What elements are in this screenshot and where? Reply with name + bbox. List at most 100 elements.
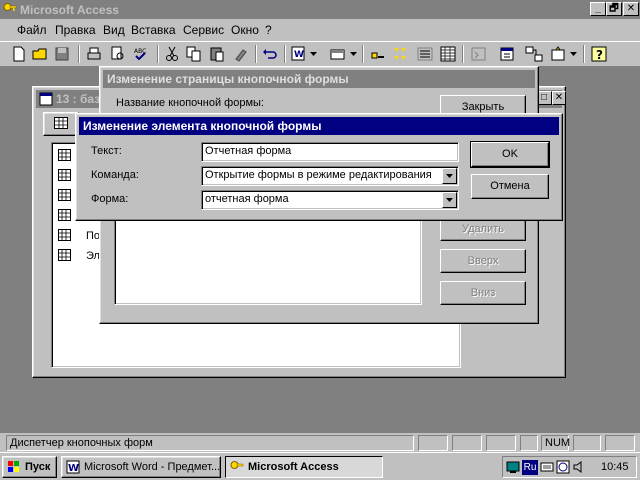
text-label: Текст:: [91, 145, 122, 157]
start-button[interactable]: Пуск: [2, 456, 57, 478]
items-list[interactable]: [114, 217, 422, 305]
ok-button[interactable]: OK: [470, 141, 550, 168]
taskbar-access-label: Microsoft Access: [248, 461, 339, 473]
volume-icon[interactable]: [572, 460, 586, 474]
cut-icon[interactable]: [162, 44, 182, 64]
menu-help[interactable]: ?: [265, 23, 272, 37]
access-key-icon: [230, 461, 244, 469]
small-icons-icon[interactable]: [392, 44, 412, 64]
office-links-icon[interactable]: W: [289, 44, 309, 64]
num-lock-indicator: NUM: [541, 435, 570, 451]
restore-button[interactable]: 🗗: [606, 2, 622, 16]
table-icon: [58, 209, 71, 221]
relationships-icon[interactable]: [524, 44, 544, 64]
status-bar: Диспетчер кнопочных форм NUM: [0, 433, 640, 452]
svg-text:W: W: [68, 463, 79, 474]
chevron-down-icon[interactable]: [350, 52, 357, 56]
form-select[interactable]: отчетная форма: [201, 190, 459, 210]
table-icon: [58, 169, 71, 181]
dialog-title: Изменение элемента кнопочной формы: [83, 119, 322, 133]
access-key-icon: [3, 3, 17, 11]
properties-icon[interactable]: [497, 44, 517, 64]
scheduler-icon[interactable]: [556, 460, 570, 474]
database-icon: [39, 92, 53, 106]
svg-text:?: ?: [596, 48, 603, 62]
menu-bar: Файл Правка Вид Вставка Сервис Окно ?: [0, 19, 640, 41]
status-cell: [573, 435, 601, 451]
save-icon[interactable]: [52, 44, 72, 64]
taskbar-word-button[interactable]: W Microsoft Word - Предмет...: [61, 456, 221, 478]
edit-switchboard-item-dialog: Изменение элемента кнопочной формы Текст…: [75, 113, 563, 221]
print-icon[interactable]: [84, 44, 104, 64]
format-painter-icon[interactable]: [231, 44, 251, 64]
copy-icon[interactable]: [184, 44, 204, 64]
details-icon[interactable]: [438, 44, 458, 64]
preview-icon[interactable]: [108, 44, 128, 64]
table-icon: [58, 249, 71, 261]
windows-logo-icon: [8, 461, 19, 472]
chevron-down-icon[interactable]: [570, 52, 577, 56]
app-title-bar[interactable]: Microsoft Access _ 🗗 ✕: [0, 0, 640, 19]
form-label: Форма:: [91, 193, 129, 205]
network-icon[interactable]: [506, 460, 520, 474]
clock[interactable]: 10:45: [601, 461, 629, 473]
spelling-icon[interactable]: ABC: [131, 44, 151, 64]
analyze-icon[interactable]: [328, 44, 348, 64]
dialog-title-bar[interactable]: Изменение страницы кнопочной формы: [103, 70, 535, 88]
menu-insert[interactable]: Вставка: [131, 23, 176, 37]
taskbar-access-button[interactable]: Microsoft Access: [225, 456, 383, 478]
db-close-button[interactable]: ✕: [552, 91, 566, 105]
taskbar: Пуск W Microsoft Word - Предмет... Micro…: [0, 452, 640, 480]
taskbar-word-label: Microsoft Word - Предмет...: [84, 461, 221, 473]
command-select-value: Открытие формы в режиме редактирования: [205, 169, 432, 181]
system-tray: Ru 10:45: [502, 456, 637, 478]
switchboard-name-label: Название кнопочной формы:: [116, 97, 264, 109]
database-window-title: 13 : баз: [56, 92, 101, 106]
language-indicator[interactable]: Ru: [522, 460, 538, 475]
table-icon: [58, 229, 71, 241]
tab-tables[interactable]: [43, 112, 79, 136]
command-dropdown-button[interactable]: [442, 168, 457, 184]
paste-icon[interactable]: [207, 44, 227, 64]
list-icon[interactable]: [415, 44, 435, 64]
code-icon[interactable]: [469, 44, 489, 64]
table-icon: [58, 189, 71, 201]
move-up-button[interactable]: Вверх: [440, 249, 526, 273]
keyboard-icon[interactable]: [540, 460, 554, 474]
svg-text:W: W: [294, 50, 304, 60]
table-icon: [58, 149, 71, 161]
cancel-button[interactable]: Отмена: [471, 174, 549, 199]
menu-edit[interactable]: Правка: [55, 23, 96, 37]
text-field[interactable]: Отчетная форма: [201, 142, 459, 162]
status-cell: [520, 435, 538, 451]
chevron-down-icon: [446, 174, 453, 178]
app-title: Microsoft Access: [20, 3, 119, 17]
large-icons-icon[interactable]: [368, 44, 388, 64]
new-object-icon[interactable]: [548, 44, 568, 64]
menu-view[interactable]: Вид: [103, 23, 125, 37]
menu-tools[interactable]: Сервис: [183, 23, 224, 37]
status-cell: [605, 435, 635, 451]
help-icon[interactable]: ?: [589, 44, 609, 64]
form-dropdown-button[interactable]: [442, 192, 457, 208]
toolbar: ABC W ?: [0, 41, 640, 67]
status-text: Диспетчер кнопочных форм: [6, 435, 414, 451]
menu-window[interactable]: Окно: [231, 23, 259, 37]
move-down-button[interactable]: Вниз: [440, 281, 526, 305]
form-select-value: отчетная форма: [205, 193, 289, 205]
new-icon[interactable]: [9, 44, 29, 64]
command-label: Команда:: [91, 169, 139, 181]
table-icon: [54, 117, 68, 129]
chevron-down-icon: [446, 198, 453, 202]
menu-file[interactable]: Файл: [17, 23, 47, 37]
word-icon: W: [66, 460, 80, 474]
command-select[interactable]: Открытие формы в режиме редактирования: [201, 166, 459, 186]
status-cell: [452, 435, 482, 451]
chevron-down-icon[interactable]: [310, 52, 317, 56]
open-icon[interactable]: [30, 44, 50, 64]
minimize-button[interactable]: _: [590, 2, 606, 16]
dialog-title-bar[interactable]: Изменение элемента кнопочной формы: [79, 117, 559, 135]
close-button[interactable]: ✕: [623, 2, 639, 16]
status-cell: [486, 435, 516, 451]
undo-icon[interactable]: [260, 44, 280, 64]
